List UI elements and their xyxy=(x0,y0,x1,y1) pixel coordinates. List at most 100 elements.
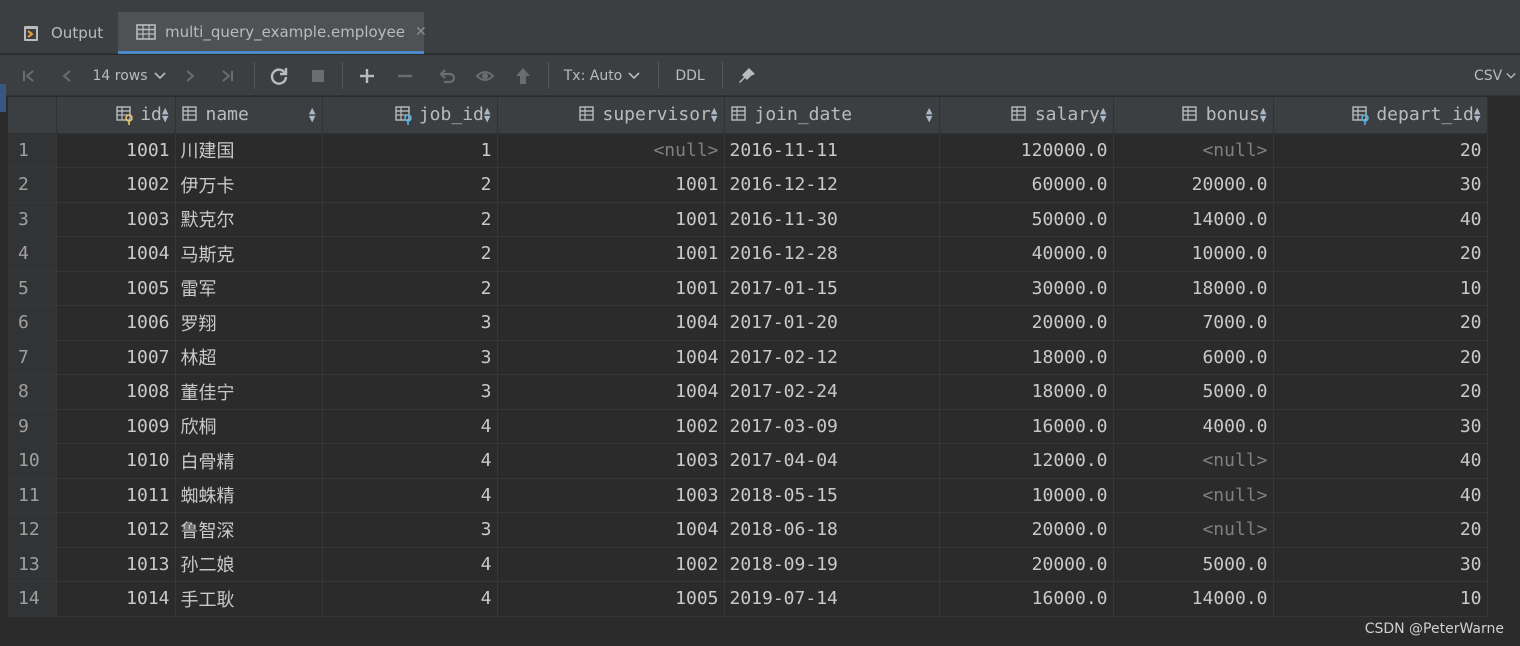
column-header-name[interactable]: name ▲ ▼ xyxy=(175,97,323,134)
cell-supervisor[interactable]: 1002 xyxy=(497,547,725,582)
cell-name[interactable]: 鲁智深 xyxy=(175,512,323,548)
cell-id[interactable]: 1001 xyxy=(56,133,176,168)
table-row[interactable]: 14 1014 手工耿 4 1005 2019-07-14 16000.0 14000.0 10 xyxy=(8,581,1488,617)
cell-bonus[interactable]: 5000.0 xyxy=(1113,547,1274,582)
cell-salary[interactable]: 12000.0 xyxy=(939,443,1114,479)
cell-job_id[interactable]: 2 xyxy=(322,271,498,306)
table-row[interactable]: 8 1008 董佳宁 3 1004 2017-02-24 18000.0 5000.0 20 xyxy=(8,374,1488,410)
cell-name[interactable]: 雷军 xyxy=(175,271,323,306)
cell-supervisor[interactable]: 1003 xyxy=(497,443,725,479)
first-page-icon[interactable] xyxy=(16,55,42,96)
cell-depart_id[interactable]: 20 xyxy=(1273,340,1488,375)
column-header-supervisor[interactable]: supervisor ▲ ▼ xyxy=(497,97,725,134)
cell-salary[interactable]: 20000.0 xyxy=(939,547,1114,582)
cell-supervisor[interactable]: 1001 xyxy=(497,271,725,306)
table-row[interactable]: 9 1009 欣桐 4 1002 2017-03-09 16000.0 4000.0 30 xyxy=(8,409,1488,444)
cell-join_date[interactable]: 2017-01-15 xyxy=(724,271,940,306)
cell-depart_id[interactable]: 30 xyxy=(1273,167,1488,203)
table-row[interactable]: 6 1006 罗翔 3 1004 2017-01-20 20000.0 7000.0 20 xyxy=(8,305,1488,341)
cell-supervisor[interactable]: 1001 xyxy=(497,202,725,237)
cell-bonus[interactable]: 4000.0 xyxy=(1113,409,1274,444)
cell-job_id[interactable]: 3 xyxy=(322,512,498,548)
sort-icon[interactable]: ▲ ▼ xyxy=(1260,105,1267,124)
column-header-id[interactable]: id ▲ ▼ xyxy=(56,97,176,134)
cell-supervisor[interactable]: 1004 xyxy=(497,512,725,548)
sort-icon[interactable]: ▲ ▼ xyxy=(711,105,718,124)
cell-bonus[interactable]: <null> xyxy=(1113,478,1274,513)
sort-icon[interactable]: ▲ ▼ xyxy=(484,105,491,124)
cell-supervisor[interactable]: 1004 xyxy=(497,340,725,375)
table-row[interactable]: 5 1005 雷军 2 1001 2017-01-15 30000.0 18000.0 10 xyxy=(8,271,1488,306)
submit-icon[interactable] xyxy=(510,55,536,96)
cell-salary[interactable]: 18000.0 xyxy=(939,374,1114,410)
ddl-button[interactable]: DDL xyxy=(670,55,710,96)
cell-join_date[interactable]: 2017-01-20 xyxy=(724,305,940,341)
cell-name[interactable]: 马斯克 xyxy=(175,236,323,272)
cell-name[interactable]: 蜘蛛精 xyxy=(175,478,323,513)
cell-job_id[interactable]: 4 xyxy=(322,409,498,444)
cell-join_date[interactable]: 2017-02-24 xyxy=(724,374,940,410)
cell-name[interactable]: 默克尔 xyxy=(175,202,323,237)
export-format-selector[interactable]: CSV xyxy=(1474,55,1520,96)
cell-job_id[interactable]: 3 xyxy=(322,305,498,341)
add-row-icon[interactable] xyxy=(354,55,380,96)
sort-icon[interactable]: ▲ ▼ xyxy=(162,105,169,124)
pin-icon[interactable] xyxy=(734,55,760,96)
column-header-depart_id[interactable]: depart_id ▲ ▼ xyxy=(1273,97,1488,134)
cell-name[interactable]: 欣桐 xyxy=(175,409,323,444)
cell-id[interactable]: 1003 xyxy=(56,202,176,237)
cell-job_id[interactable]: 2 xyxy=(322,236,498,272)
cell-job_id[interactable]: 2 xyxy=(322,167,498,203)
cell-id[interactable]: 1010 xyxy=(56,443,176,479)
cell-depart_id[interactable]: 20 xyxy=(1273,374,1488,410)
sort-icon[interactable]: ▲ ▼ xyxy=(926,105,933,124)
cell-bonus[interactable]: 7000.0 xyxy=(1113,305,1274,341)
cell-id[interactable]: 1002 xyxy=(56,167,176,203)
cell-name[interactable]: 白骨精 xyxy=(175,443,323,479)
cell-depart_id[interactable]: 40 xyxy=(1273,443,1488,479)
table-row[interactable]: 13 1013 孙二娘 4 1002 2018-09-19 20000.0 5000.0 30 xyxy=(8,547,1488,582)
cell-job_id[interactable]: 3 xyxy=(322,340,498,375)
cell-salary[interactable]: 40000.0 xyxy=(939,236,1114,272)
cell-supervisor[interactable]: 1005 xyxy=(497,581,725,617)
cell-supervisor[interactable]: <null> xyxy=(497,133,725,168)
cell-salary[interactable]: 120000.0 xyxy=(939,133,1114,168)
cell-depart_id[interactable]: 20 xyxy=(1273,133,1488,168)
cell-id[interactable]: 1005 xyxy=(56,271,176,306)
cell-depart_id[interactable]: 40 xyxy=(1273,202,1488,237)
cell-join_date[interactable]: 2016-12-28 xyxy=(724,236,940,272)
table-row[interactable]: 11 1011 蜘蛛精 4 1003 2018-05-15 10000.0 <null> 40 xyxy=(8,478,1488,513)
cell-salary[interactable]: 60000.0 xyxy=(939,167,1114,203)
cell-id[interactable]: 1004 xyxy=(56,236,176,272)
delete-row-icon[interactable] xyxy=(393,55,417,96)
cell-supervisor[interactable]: 1003 xyxy=(497,478,725,513)
cell-join_date[interactable]: 2016-11-30 xyxy=(724,202,940,237)
last-page-icon[interactable] xyxy=(214,55,240,96)
cell-job_id[interactable]: 3 xyxy=(322,374,498,410)
sort-icon[interactable]: ▲ ▼ xyxy=(1100,105,1107,124)
cell-job_id[interactable]: 2 xyxy=(322,202,498,237)
cell-depart_id[interactable]: 30 xyxy=(1273,409,1488,444)
cell-depart_id[interactable]: 30 xyxy=(1273,547,1488,582)
cell-depart_id[interactable]: 20 xyxy=(1273,236,1488,272)
cell-supervisor[interactable]: 1001 xyxy=(497,236,725,272)
cell-bonus[interactable]: 6000.0 xyxy=(1113,340,1274,375)
table-row[interactable]: 4 1004 马斯克 2 1001 2016-12-28 40000.0 10000.0 20 xyxy=(8,236,1488,272)
cell-job_id[interactable]: 4 xyxy=(322,443,498,479)
cell-salary[interactable]: 18000.0 xyxy=(939,340,1114,375)
cell-id[interactable]: 1009 xyxy=(56,409,176,444)
cell-bonus[interactable]: 18000.0 xyxy=(1113,271,1274,306)
cell-job_id[interactable]: 4 xyxy=(322,581,498,617)
transaction-mode-selector[interactable]: Tx: Auto xyxy=(560,55,644,96)
tab-output[interactable]: Output xyxy=(22,12,103,54)
page-size-selector[interactable]: 14 rows xyxy=(92,55,166,96)
cell-join_date[interactable]: 2016-12-12 xyxy=(724,167,940,203)
table-row[interactable]: 10 1010 白骨精 4 1003 2017-04-04 12000.0 <null> 40 xyxy=(8,443,1488,479)
cell-join_date[interactable]: 2018-05-15 xyxy=(724,478,940,513)
table-row[interactable]: 1 1001 川建国 1 <null> 2016-11-11 120000.0 <null> 2… xyxy=(8,133,1488,168)
table-row[interactable]: 7 1007 林超 3 1004 2017-02-12 18000.0 6000.0 20 xyxy=(8,340,1488,375)
table-row[interactable]: 2 1002 伊万卡 2 1001 2016-12-12 60000.0 20000.0 30 xyxy=(8,167,1488,203)
cell-name[interactable]: 川建国 xyxy=(175,133,323,168)
cell-join_date[interactable]: 2017-02-12 xyxy=(724,340,940,375)
cell-salary[interactable]: 16000.0 xyxy=(939,409,1114,444)
